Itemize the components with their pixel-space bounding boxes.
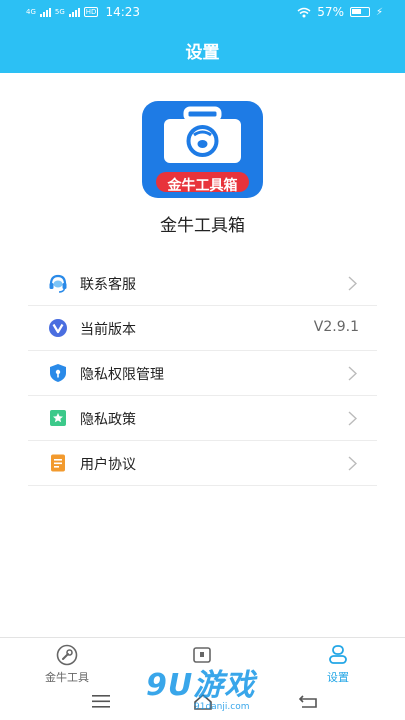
network-type-2: 5G bbox=[54, 7, 65, 16]
app-header: 4G 5G HD 14:23 57% ⚡ 设置 bbox=[0, 0, 405, 73]
status-bar: 4G 5G HD 14:23 57% ⚡ bbox=[0, 0, 405, 24]
user-agreement-label: 用户协议 bbox=[80, 457, 136, 473]
tab-settings[interactable]: 设置 bbox=[298, 644, 378, 685]
battery-icon bbox=[349, 7, 370, 17]
watermark-sub: 91danji.com bbox=[194, 702, 250, 712]
privacy-permission-item[interactable]: 隐私权限管理 bbox=[28, 351, 377, 396]
charging-icon: ⚡ bbox=[375, 6, 383, 18]
status-time: 14:23 bbox=[105, 5, 141, 19]
back-icon[interactable] bbox=[298, 694, 318, 709]
tab-tools[interactable]: 金牛工具 bbox=[27, 644, 107, 685]
settings-list: 联系客服 当前版本 V2.9.1 隐私权限管理 隐私政策 用户协议 bbox=[28, 261, 377, 486]
privacy-policy-item[interactable]: 隐私政策 bbox=[28, 396, 377, 441]
user-agreement-item[interactable]: 用户协议 bbox=[28, 441, 377, 486]
page-title: 设置 bbox=[185, 43, 220, 63]
battery-percent: 57% bbox=[317, 5, 344, 19]
status-right: 57% ⚡ bbox=[297, 5, 383, 19]
privacy-policy-label: 隐私政策 bbox=[80, 412, 136, 428]
contact-support-label: 联系客服 bbox=[80, 277, 136, 293]
menu-icon[interactable] bbox=[92, 695, 110, 708]
current-version-label: 当前版本 bbox=[80, 322, 136, 338]
tab-settings-label: 设置 bbox=[327, 671, 349, 684]
network-type-1: 4G bbox=[26, 7, 36, 16]
privacy-shield-icon bbox=[50, 364, 66, 382]
chevron-right-icon bbox=[348, 411, 357, 426]
app-name: 金牛工具箱 bbox=[160, 216, 245, 236]
version-v-icon bbox=[49, 319, 67, 337]
chevron-right-icon bbox=[348, 276, 357, 291]
contact-support-item[interactable]: 联系客服 bbox=[28, 261, 377, 306]
version-value: V2.9.1 bbox=[313, 319, 359, 335]
watermark-main: 9U游戏 bbox=[146, 668, 256, 703]
signal-icon bbox=[39, 7, 51, 17]
privacy-permission-label: 隐私权限管理 bbox=[80, 367, 164, 383]
status-left: 4G 5G HD 14:23 bbox=[26, 5, 140, 19]
watermark: 9U游戏 91danji.com bbox=[140, 660, 280, 720]
signal-icon-2 bbox=[68, 7, 80, 17]
hd-badge: HD bbox=[83, 7, 99, 17]
wifi-icon bbox=[297, 7, 311, 17]
tab-tools-label: 金牛工具 bbox=[45, 671, 89, 684]
app-logo-text: 金牛工具箱 bbox=[167, 178, 238, 194]
wrench-circle-icon bbox=[56, 644, 78, 666]
current-version-item[interactable]: 当前版本 V2.9.1 bbox=[28, 306, 377, 351]
chevron-right-icon bbox=[348, 456, 357, 471]
policy-star-icon bbox=[50, 410, 66, 426]
agreement-doc-icon bbox=[51, 454, 65, 472]
headset-icon bbox=[49, 274, 67, 293]
chevron-right-icon bbox=[348, 366, 357, 381]
settings-person-icon bbox=[329, 645, 347, 664]
